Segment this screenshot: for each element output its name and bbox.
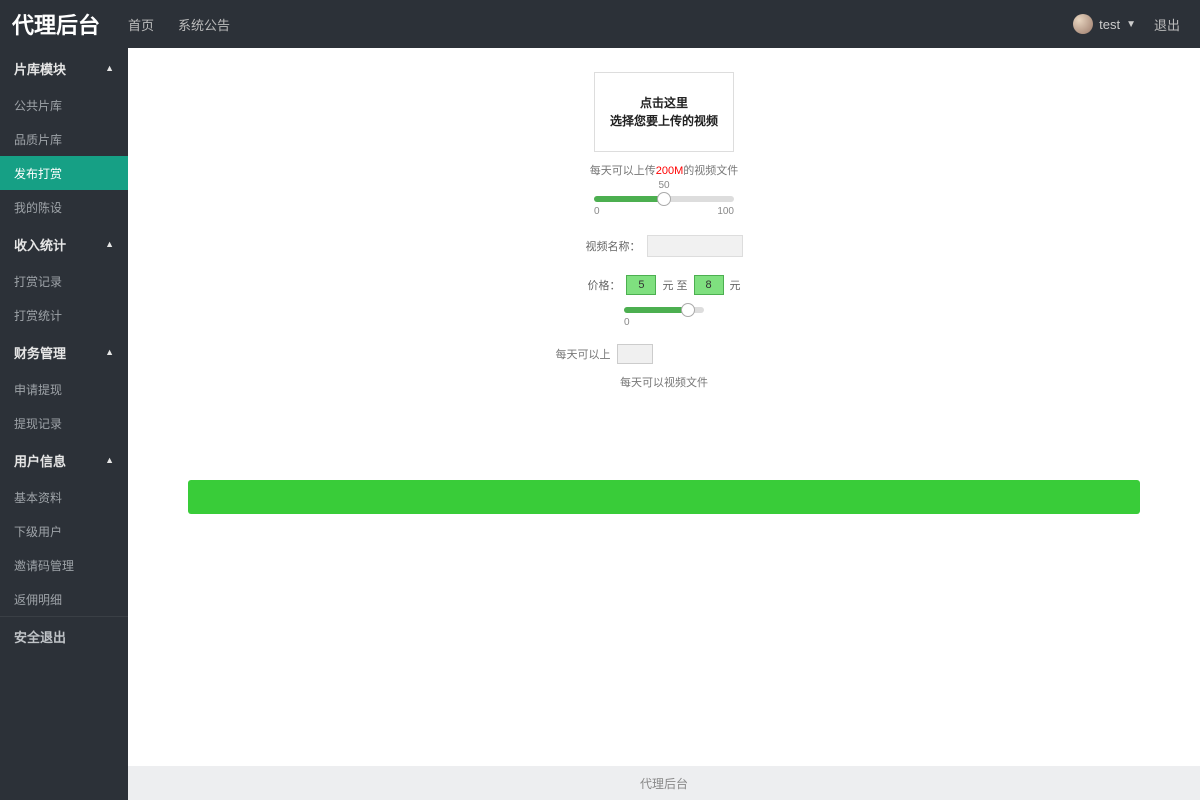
slider-max: 100 xyxy=(717,206,734,217)
chevron-up-icon: ▲ xyxy=(105,455,114,465)
sidebar-item[interactable]: 返佣明细 xyxy=(0,582,128,616)
sidebar-group-title: 收入统计 xyxy=(14,235,66,254)
logout-link[interactable]: 退出 xyxy=(1154,15,1180,34)
upload-title-1: 点击这里 xyxy=(640,94,688,112)
nav-home[interactable]: 首页 xyxy=(128,15,154,34)
slider2-track xyxy=(624,307,704,313)
sidebar-item[interactable]: 邀请码管理 xyxy=(0,548,128,582)
secondary-upload-box[interactable] xyxy=(617,344,653,364)
brand-title: 代理后台 xyxy=(0,8,128,40)
sidebar-item[interactable]: 打赏统计 xyxy=(0,298,128,332)
slider2-thumb[interactable] xyxy=(681,303,695,317)
sidebar-group-title: 财务管理 xyxy=(14,343,66,362)
sidebar-group-head[interactable]: 收入统计 ▲ xyxy=(0,224,128,264)
slider-value-label: 50 xyxy=(658,180,669,191)
sidebar-item[interactable]: 发布打赏 xyxy=(0,156,128,190)
sidebar-item[interactable]: 公共片库 xyxy=(0,88,128,122)
sidebar-item[interactable]: 提现记录 xyxy=(0,406,128,440)
avatar-icon xyxy=(1073,14,1093,34)
chevron-up-icon: ▲ xyxy=(105,347,114,357)
upload-hint: 每天可以上传200M的视频文件 xyxy=(590,162,739,178)
price-suffix: 元 xyxy=(730,277,741,293)
video-name-label: 视频名称： xyxy=(586,238,641,254)
sidebar-item[interactable]: 申请提现 xyxy=(0,372,128,406)
price-label: 价格： xyxy=(587,277,620,293)
price-sep: 元 至 xyxy=(662,277,687,293)
footer-text: 代理后台 xyxy=(640,775,688,792)
upload-dropzone[interactable]: 点击这里 选择您要上传的视频 xyxy=(594,72,734,152)
upload2-hint: 每天可以视频文件 xyxy=(620,374,708,390)
video-name-input[interactable] xyxy=(647,235,743,257)
main-content: 点击这里 选择您要上传的视频 每天可以上传200M的视频文件 50 0 100 xyxy=(128,48,1200,800)
user-menu[interactable]: test ▼ xyxy=(1073,14,1136,34)
top-bar: 代理后台 首页 系统公告 test ▼ 退出 xyxy=(0,0,1200,48)
nav-announce[interactable]: 系统公告 xyxy=(178,15,230,34)
top-right: test ▼ 退出 xyxy=(1073,14,1200,34)
price-row: 价格： 元 至 元 xyxy=(587,275,740,295)
sidebar-item[interactable]: 打赏记录 xyxy=(0,264,128,298)
slider2-fill xyxy=(624,307,688,313)
chevron-up-icon: ▲ xyxy=(105,63,114,73)
sidebar-logout[interactable]: 安全退出 xyxy=(0,616,128,656)
sidebar-item[interactable]: 我的陈设 xyxy=(0,190,128,224)
slider-track xyxy=(594,196,734,202)
sidebar-group-head[interactable]: 片库模块 ▲ xyxy=(0,48,128,88)
slider-1[interactable]: 50 0 100 xyxy=(594,196,734,217)
sidebar: 片库模块 ▲ 公共片库品质片库发布打赏我的陈设收入统计 ▲ 打赏记录打赏统计财务管理 ▲ 申… xyxy=(0,48,128,800)
chevron-up-icon: ▲ xyxy=(105,239,114,249)
sidebar-group-title: 片库模块 xyxy=(14,59,66,78)
slider-fill xyxy=(594,196,664,202)
submit-button[interactable] xyxy=(188,480,1140,514)
user-name: test xyxy=(1099,17,1120,32)
upload-title-2: 选择您要上传的视频 xyxy=(610,112,718,130)
slider-2[interactable]: 0 xyxy=(624,307,704,328)
sidebar-group-title: 用户信息 xyxy=(14,451,66,470)
top-nav: 首页 系统公告 xyxy=(128,15,230,34)
sidebar-item[interactable]: 基本资料 xyxy=(0,480,128,514)
sidebar-group-head[interactable]: 用户信息 ▲ xyxy=(0,440,128,480)
slider-thumb[interactable] xyxy=(657,192,671,206)
price-max-input[interactable] xyxy=(694,275,724,295)
slider-min: 0 xyxy=(594,206,600,217)
sidebar-group-head[interactable]: 财务管理 ▲ xyxy=(0,332,128,372)
caret-down-icon: ▼ xyxy=(1126,19,1136,30)
slider2-min: 0 xyxy=(624,317,630,328)
video-name-row: 视频名称： xyxy=(586,235,743,257)
price-min-input[interactable] xyxy=(626,275,656,295)
secondary-upload-row: 每天可以上 xyxy=(556,344,653,364)
sidebar-item[interactable]: 下级用户 xyxy=(0,514,128,548)
sidebar-item[interactable]: 品质片库 xyxy=(0,122,128,156)
upload2-label: 每天可以上 xyxy=(556,346,611,362)
footer: 代理后台 xyxy=(128,766,1200,800)
